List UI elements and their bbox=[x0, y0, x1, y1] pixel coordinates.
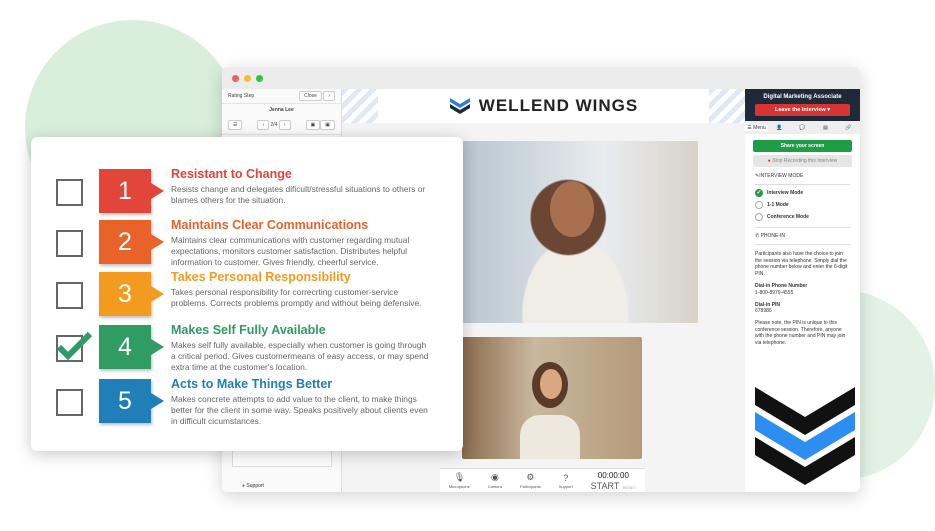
reset-button[interactable]: RESET bbox=[623, 485, 636, 490]
tab-menu[interactable]: ☰ Menu bbox=[745, 124, 768, 131]
maximize-dot[interactable] bbox=[256, 74, 263, 82]
rating-description: Takes personal responsibility for correc… bbox=[171, 287, 422, 308]
rating-option-1[interactable]: 1 Resistant to Change Resists change and… bbox=[31, 167, 463, 217]
rating-checkbox[interactable] bbox=[56, 282, 83, 309]
minimize-dot[interactable] bbox=[244, 74, 251, 82]
rating-number-badge: 5 bbox=[99, 379, 164, 423]
rating-card: 1 Resistant to Change Resists change and… bbox=[31, 137, 463, 451]
rating-option-4[interactable]: 4 Makes Self Fully Available Makes self … bbox=[31, 323, 463, 373]
rating-title: Maintains Clear Communications bbox=[171, 218, 369, 232]
participants-icon: ⚙ bbox=[526, 472, 535, 482]
compare-icon[interactable]: ▣ bbox=[305, 120, 321, 130]
rating-option-5[interactable]: 5 Acts to Make Things Better Makes concr… bbox=[31, 377, 463, 427]
list-icon[interactable]: ☰ bbox=[228, 120, 243, 130]
next-icon[interactable]: › bbox=[323, 91, 335, 101]
camera-button[interactable]: ◉ Camera bbox=[488, 472, 502, 489]
stop-recording-button[interactable]: ● Stop Recording this Interview bbox=[753, 155, 852, 167]
logo-icon bbox=[449, 98, 470, 114]
pager: 2/4 bbox=[270, 122, 278, 128]
leave-interview-button[interactable]: Leave the Interview ▾ bbox=[755, 104, 850, 116]
support-button[interactable]: ? Support bbox=[559, 473, 573, 489]
pin-note: Please note, the PIN is unique to this c… bbox=[755, 320, 846, 346]
rating-option-2[interactable]: 2 Maintains Clear Communications Maintai… bbox=[31, 218, 463, 268]
call-toolbar: 🎙 Microphone ◉ Camera ⚙ Participants ? Suppo… bbox=[440, 468, 645, 492]
rating-checkbox[interactable] bbox=[56, 179, 83, 206]
tab-link-icon[interactable]: 🔗 bbox=[837, 125, 860, 131]
logo-text: WELLEND WINGS bbox=[478, 96, 639, 115]
rating-checkbox[interactable] bbox=[56, 389, 83, 416]
microphone-icon: 🎙 bbox=[453, 472, 466, 482]
compare-icon-2[interactable]: ▣ bbox=[320, 120, 335, 130]
next-page-icon[interactable]: › bbox=[278, 120, 291, 130]
check-icon: ✓ bbox=[755, 189, 763, 197]
rating-checkbox[interactable] bbox=[56, 331, 93, 362]
secondary-video bbox=[462, 337, 642, 459]
rating-number-badge: 3 bbox=[99, 272, 164, 316]
phone-intro: Participants also have the choice to joi… bbox=[755, 251, 848, 277]
help-icon: ? bbox=[563, 472, 569, 483]
header: WELLEND WINGS bbox=[342, 89, 745, 123]
candidate-name: Jenna Lee bbox=[269, 107, 294, 113]
rating-description: Makes self fully available, especially w… bbox=[171, 340, 429, 372]
rating-option-3[interactable]: 3 Takes Personal Responsibility Takes pe… bbox=[31, 270, 463, 320]
record-icon: ● bbox=[767, 158, 771, 164]
rating-description: Maintains clear communications with cust… bbox=[171, 235, 410, 267]
rating-step-title: Rating Step bbox=[228, 93, 255, 99]
rating-number-badge: 1 bbox=[99, 169, 164, 213]
tab-chat-icon[interactable]: 💬 bbox=[791, 125, 814, 131]
phone-heading: ✆ PHONE-IN bbox=[755, 227, 850, 245]
job-title: Digital Marketing Associate bbox=[763, 94, 842, 100]
rating-title: Makes Self Fully Available bbox=[171, 323, 326, 337]
notes-field[interactable] bbox=[232, 449, 332, 467]
pin: 678986 bbox=[755, 308, 772, 314]
rating-title: Resistant to Change bbox=[171, 167, 292, 181]
right-panel: Digital Marketing Associate Leave the In… bbox=[745, 89, 860, 492]
timer: 00:00:00 START RESET bbox=[590, 470, 636, 491]
support-link[interactable]: ● Support bbox=[242, 483, 264, 489]
rating-description: Resists change and delegates dificult/st… bbox=[171, 184, 426, 205]
rating-number-badge: 2 bbox=[99, 220, 164, 264]
rating-checkbox[interactable] bbox=[56, 230, 83, 257]
prev-icon[interactable]: ‹ bbox=[257, 120, 270, 130]
mode-conference[interactable]: Conference Mode bbox=[755, 213, 850, 221]
microphone-button[interactable]: 🎙 Microphone bbox=[449, 472, 470, 489]
participants-button[interactable]: ⚙ Participants bbox=[520, 472, 541, 489]
title-bar bbox=[222, 67, 860, 89]
tab-doc-icon[interactable]: ▤ bbox=[814, 125, 837, 131]
start-button[interactable]: START bbox=[591, 481, 620, 491]
dial-number: 1-800-8979-4555 bbox=[755, 289, 794, 296]
rating-title: Takes Personal Responsibility bbox=[171, 270, 351, 284]
mode-1-1[interactable]: 1-1 Mode bbox=[755, 201, 850, 209]
main-video bbox=[462, 141, 698, 323]
camera-icon: ◉ bbox=[490, 472, 499, 482]
close-dot[interactable] bbox=[232, 74, 239, 82]
rating-description: Makes concrete attempts to add value to … bbox=[171, 394, 428, 426]
brand-chevrons bbox=[755, 387, 855, 485]
support-icon: ● bbox=[242, 483, 246, 489]
mode-interview[interactable]: ✓ Interview Mode bbox=[755, 189, 850, 197]
rating-number-badge: 4 bbox=[99, 325, 164, 369]
mode-heading: ✎INTERVIEW MODE bbox=[755, 173, 850, 185]
phone-icon: ✆ bbox=[755, 233, 760, 239]
rating-title: Acts to Make Things Better bbox=[171, 377, 333, 391]
checkmark-icon bbox=[56, 331, 93, 361]
tab-user-icon[interactable]: 👤 bbox=[768, 125, 791, 131]
share-screen-button[interactable]: Share your screen bbox=[753, 140, 852, 152]
close-button[interactable]: Close bbox=[299, 91, 322, 101]
